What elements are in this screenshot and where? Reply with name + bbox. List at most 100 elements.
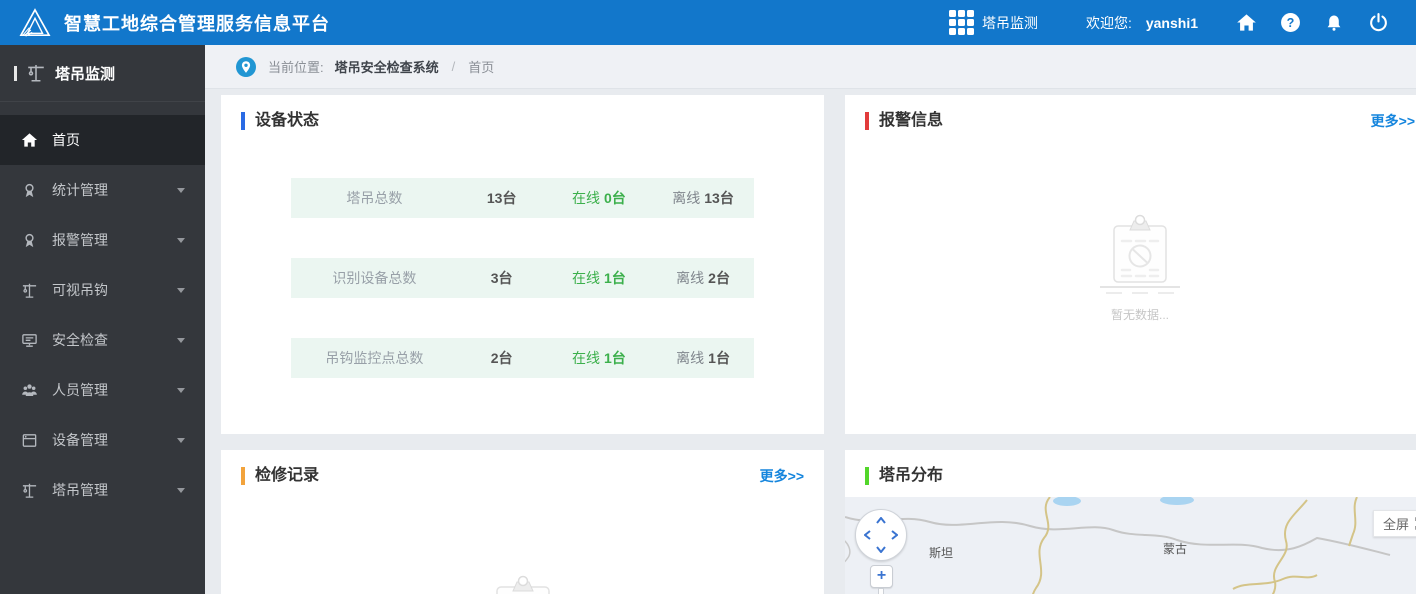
sidebar-item-label: 首页: [52, 132, 80, 148]
map-label-west: 斯坦: [929, 546, 954, 560]
breadcrumb-current: 首页: [468, 60, 495, 75]
chevron-down-icon: [177, 387, 185, 393]
sidebar-item-label: 可视吊钩: [52, 282, 108, 298]
chevron-down-icon: [177, 337, 185, 343]
main-content: 当前位置: 塔吊安全检查系统 / 首页 设备状态 塔吊总数 13台 在线 0台 离…: [205, 45, 1416, 594]
pan-down-icon[interactable]: [875, 546, 887, 554]
breadcrumb-separator: /: [451, 59, 456, 74]
card-header: 报警信息 更多>>: [845, 95, 1416, 132]
accent-bar: [865, 112, 869, 130]
device-status-card: 设备状态 塔吊总数 13台 在线 0台 离线 13台 识别设备总数 3台 在线 1台 …: [221, 95, 824, 434]
help-icon[interactable]: ?: [1268, 0, 1312, 45]
sidebar-item-safety-check[interactable]: 安全检查: [0, 315, 205, 365]
sidebar-item-label: 人员管理: [52, 382, 108, 398]
monitor-icon: [20, 331, 39, 350]
pan-up-icon[interactable]: [875, 516, 887, 524]
bell-icon[interactable]: [1312, 0, 1356, 45]
people-icon: [20, 381, 39, 400]
tower-crane-icon: [26, 63, 46, 83]
no-data-clipboard-icon: [1100, 214, 1180, 294]
status-online: 在线 0台: [571, 190, 626, 206]
power-icon[interactable]: [1356, 0, 1400, 45]
panel-icon: [20, 431, 39, 450]
welcome-label: 欢迎您:: [1085, 14, 1132, 31]
sidebar-item-label: 安全检查: [52, 332, 108, 348]
map-zoom-slider[interactable]: [878, 588, 884, 594]
app-switcher[interactable]: 塔吊监测: [948, 10, 1038, 35]
card-title: 报警信息: [879, 112, 944, 129]
status-row-recognition: 识别设备总数 3台 在线 1台 离线 2台: [291, 258, 754, 298]
chevron-down-icon: [177, 237, 185, 243]
card-header: 设备状态: [221, 95, 824, 132]
card-title: 塔吊分布: [879, 467, 944, 484]
pan-left-icon[interactable]: [863, 529, 871, 541]
status-online: 在线 1台: [571, 270, 626, 286]
map-zoom-in-button[interactable]: +: [870, 565, 893, 588]
map-label-center: 蒙古: [1163, 542, 1188, 556]
topbar-right: 塔吊监测 欢迎您: yanshi1 ?: [948, 0, 1400, 45]
empty-text: 暂无数据...: [1110, 308, 1169, 322]
map-fullscreen-button[interactable]: 全屏: [1373, 510, 1416, 537]
maintenance-more-link[interactable]: 更多>>: [760, 466, 804, 486]
sidebar-header: 塔吊监测: [0, 45, 205, 102]
sidebar-item-home[interactable]: 首页: [0, 115, 205, 165]
breadcrumb-prefix: 当前位置:: [268, 60, 324, 75]
sidebar-item-alarm[interactable]: 报警管理: [0, 215, 205, 265]
username[interactable]: yanshi1: [1146, 15, 1198, 31]
tower-crane-icon: [20, 481, 39, 500]
alarm-empty-state: 暂无数据...: [845, 212, 1416, 323]
chevron-down-icon: [177, 187, 185, 193]
accent-bar: [241, 467, 245, 485]
status-label: 识别设备总数: [332, 270, 417, 286]
tower-crane-icon: [20, 281, 39, 300]
chevron-down-icon: [177, 487, 185, 493]
status-total: 3台: [490, 270, 513, 286]
pan-right-icon[interactable]: [891, 529, 899, 541]
card-title: 检修记录: [255, 467, 320, 484]
sidebar-item-label: 设备管理: [52, 432, 108, 448]
maintenance-empty-state: [221, 573, 824, 594]
chevron-down-icon: [177, 437, 185, 443]
card-header: 检修记录 更多>>: [221, 450, 824, 487]
dashboard-cards: 设备状态 塔吊总数 13台 在线 0台 离线 13台 识别设备总数 3台 在线 1台 …: [205, 89, 1416, 594]
sidebar-item-label: 报警管理: [52, 232, 108, 248]
sidebar-title: 塔吊监测: [55, 65, 116, 83]
breadcrumb-system[interactable]: 塔吊安全检查系统: [335, 57, 439, 76]
status-offline: 离线 13台: [672, 190, 734, 206]
status-offline: 离线 1台: [676, 350, 730, 366]
status-offline: 离线 2台: [676, 270, 730, 286]
status-label: 吊钩监控点总数: [325, 350, 424, 366]
breadcrumb: 当前位置: 塔吊安全检查系统 / 首页: [205, 45, 1416, 89]
sidebar-item-label: 统计管理: [52, 182, 108, 198]
maintenance-card: 检修记录 更多>>: [221, 450, 824, 594]
sidebar-item-label: 塔吊管理: [52, 482, 108, 498]
no-data-clipboard-icon: [495, 575, 550, 594]
sidebar-item-visual-hook[interactable]: 可视吊钩: [0, 265, 205, 315]
accent-bar: [865, 467, 869, 485]
sidebar-item-statistics[interactable]: 统计管理: [0, 165, 205, 215]
card-title: 设备状态: [255, 112, 320, 129]
alarm-more-link[interactable]: 更多>>: [1371, 111, 1415, 131]
accent-bar: [241, 112, 245, 130]
platform-logo-icon: [16, 6, 54, 40]
status-total: 2台: [490, 350, 513, 366]
card-header: 塔吊分布: [845, 450, 1416, 487]
device-status-rows: 塔吊总数 13台 在线 0台 离线 13台 识别设备总数 3台 在线 1台 离线 2台 …: [221, 132, 824, 378]
status-total: 13台: [486, 190, 517, 206]
sidebar: 塔吊监测 首页 统计管理 报警管理 可视吊钩 安全检查 人员管理 设备管理 塔吊…: [0, 45, 205, 594]
status-row-cranes: 塔吊总数 13台 在线 0台 离线 13台: [291, 178, 754, 218]
map-pan-control[interactable]: [855, 509, 907, 561]
location-pin-icon: [236, 56, 256, 77]
sidebar-item-personnel[interactable]: 人员管理: [0, 365, 205, 415]
medal-icon: [20, 181, 39, 200]
sidebar-item-equipment[interactable]: 设备管理: [0, 415, 205, 465]
status-row-hook-monitor: 吊钩监控点总数 2台 在线 1台 离线 1台: [291, 338, 754, 378]
fullscreen-label: 全屏: [1383, 517, 1410, 532]
sidebar-item-crane-mgmt[interactable]: 塔吊管理: [0, 465, 205, 515]
home-icon[interactable]: [1224, 0, 1268, 45]
svg-text:?: ?: [1286, 16, 1294, 30]
crane-map[interactable]: 斯坦 蒙古 + 全屏: [845, 497, 1416, 594]
medal-icon: [20, 231, 39, 250]
app-switcher-label: 塔吊监测: [981, 14, 1038, 31]
alarm-info-card: 报警信息 更多>> 暂无数据...: [845, 95, 1416, 434]
